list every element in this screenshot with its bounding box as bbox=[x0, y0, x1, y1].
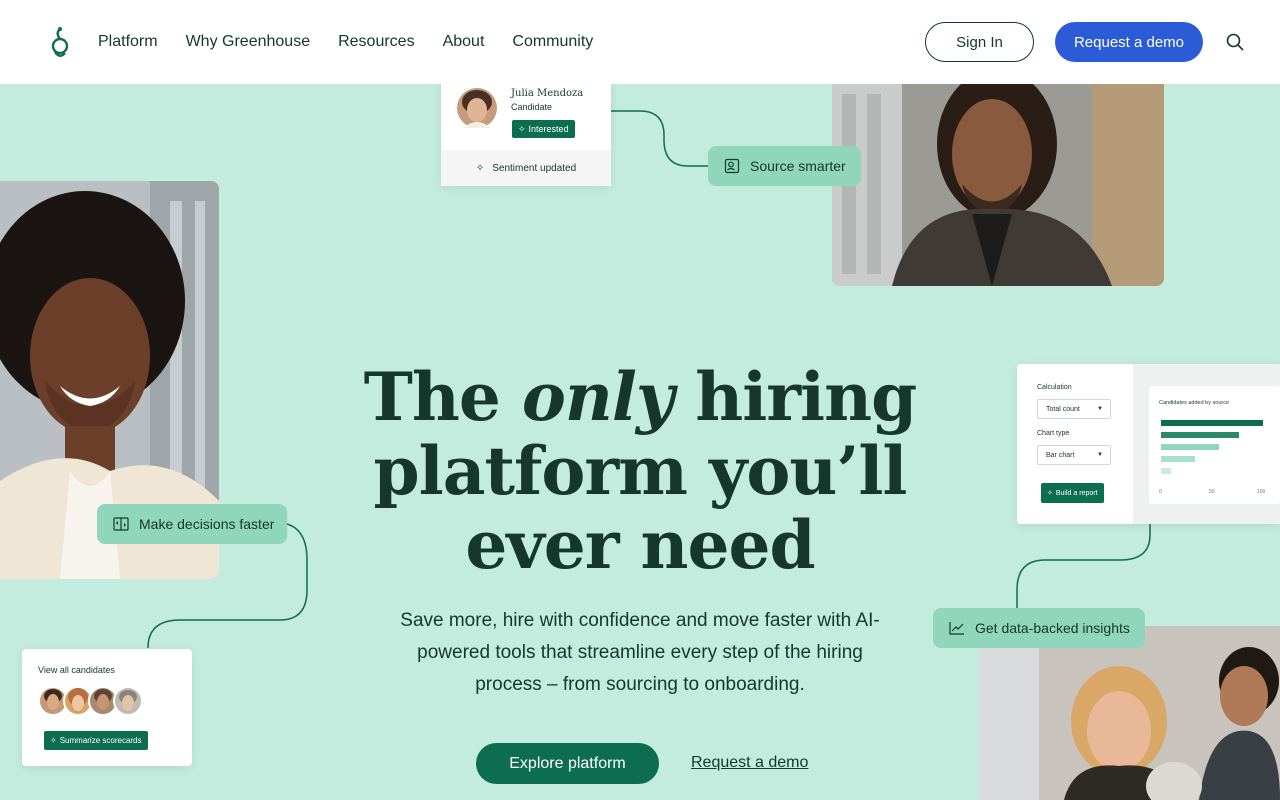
person-search-icon bbox=[724, 158, 740, 174]
report-settings-panel: Calculation Total count ▼ Chart type Bar… bbox=[1017, 364, 1133, 524]
sparkle-icon: ✧ bbox=[475, 162, 485, 174]
candidate-role: Candidate bbox=[511, 102, 553, 112]
chart-type-value: Bar chart bbox=[1046, 451, 1075, 459]
source-smarter-pill: Source smarter bbox=[708, 146, 861, 186]
photo-team-laughing bbox=[979, 626, 1280, 800]
greenhouse-logo-icon[interactable] bbox=[50, 26, 70, 60]
sparkle-icon: ✧ bbox=[1047, 490, 1053, 497]
bar-2 bbox=[1161, 432, 1239, 438]
chart-preview: Candidates added by source 0 50 100 bbox=[1149, 386, 1280, 504]
chart-type-select[interactable]: Bar chart ▼ bbox=[1037, 445, 1111, 465]
decisions-pill: Make decisions faster bbox=[97, 504, 287, 544]
source-smarter-label: Source smarter bbox=[750, 158, 846, 174]
sparkle-icon: ✧ bbox=[518, 123, 526, 134]
view-candidates-card: View all candidates ✧ Summarize scorecar… bbox=[22, 649, 192, 766]
headline-line-3: ever need bbox=[465, 506, 815, 584]
sentiment-label: Sentiment updated bbox=[492, 162, 577, 174]
calculation-select[interactable]: Total count ▼ bbox=[1037, 399, 1111, 419]
interested-tag-label: Interested bbox=[528, 124, 569, 134]
chart-title: Candidates added by source bbox=[1159, 400, 1230, 406]
view-candidates-title[interactable]: View all candidates bbox=[38, 665, 115, 675]
candidate-avatars bbox=[38, 686, 148, 716]
candidate-avatar bbox=[457, 88, 497, 128]
axis-tick-50: 50 bbox=[1209, 489, 1215, 495]
nav-about[interactable]: About bbox=[443, 33, 485, 51]
bar-3 bbox=[1161, 444, 1219, 450]
bar-1 bbox=[1161, 420, 1263, 426]
request-demo-link[interactable]: Request a demo bbox=[691, 754, 808, 772]
sign-in-button[interactable]: Sign In bbox=[925, 22, 1034, 62]
calculation-value: Total count bbox=[1046, 405, 1080, 413]
headline-emphasis: only bbox=[521, 358, 674, 436]
avatar[interactable] bbox=[113, 686, 143, 716]
report-preview-panel: Candidates added by source 0 50 100 bbox=[1133, 364, 1280, 524]
mini-bar-chart bbox=[1161, 420, 1263, 474]
sentiment-footer: ✧ Sentiment updated bbox=[441, 150, 611, 186]
candidate-card: Julia Mendoza Candidate ✧ Interested ✧ S… bbox=[441, 80, 611, 186]
trend-chart-icon bbox=[949, 622, 964, 635]
site-header: Platform Why Greenhouse Resources About … bbox=[0, 0, 1280, 84]
decisions-label: Make decisions faster bbox=[139, 516, 275, 532]
chart-type-label: Chart type bbox=[1037, 430, 1070, 437]
headline-text-b: hiring bbox=[673, 358, 917, 436]
sparkle-icon: ✧ bbox=[50, 736, 57, 745]
build-report-button[interactable]: ✧ Build a report bbox=[1041, 483, 1104, 503]
photo-man-long-hair bbox=[832, 84, 1164, 286]
bar-4 bbox=[1161, 456, 1195, 462]
hero-subtext: Save more, hire with confidence and move… bbox=[400, 610, 880, 695]
request-demo-button[interactable]: Request a demo bbox=[1055, 22, 1203, 62]
main-nav: Platform Why Greenhouse Resources About … bbox=[98, 0, 593, 84]
axis-tick-0: 0 bbox=[1159, 489, 1162, 495]
interested-tag[interactable]: ✧ Interested bbox=[512, 120, 575, 138]
candidate-name: Julia Mendoza bbox=[511, 88, 584, 99]
compare-icon bbox=[113, 517, 129, 531]
headline-line-2: platform you’ll bbox=[373, 432, 908, 510]
nav-platform[interactable]: Platform bbox=[98, 33, 158, 51]
bar-5 bbox=[1161, 468, 1171, 474]
summarize-scorecards-label: Summarize scorecards bbox=[59, 736, 142, 745]
caret-down-icon: ▼ bbox=[1097, 452, 1103, 458]
calculation-label: Calculation bbox=[1037, 384, 1072, 391]
headline-text-a: The bbox=[363, 358, 522, 436]
axis-tick-100: 100 bbox=[1257, 489, 1266, 495]
insights-pill: Get data-backed insights bbox=[933, 608, 1145, 648]
caret-down-icon: ▼ bbox=[1097, 406, 1103, 412]
hero-headline: The only hiring platform you’ll ever nee… bbox=[340, 360, 940, 582]
insights-label: Get data-backed insights bbox=[975, 620, 1130, 636]
nav-community[interactable]: Community bbox=[512, 33, 593, 51]
explore-platform-button[interactable]: Explore platform bbox=[476, 743, 659, 784]
summarize-scorecards-button[interactable]: ✧ Summarize scorecards bbox=[44, 731, 148, 750]
report-builder-card: Calculation Total count ▼ Chart type Bar… bbox=[1017, 364, 1280, 524]
search-icon[interactable] bbox=[1225, 32, 1245, 52]
nav-resources[interactable]: Resources bbox=[338, 33, 414, 51]
nav-why-greenhouse[interactable]: Why Greenhouse bbox=[186, 33, 311, 51]
build-report-label: Build a report bbox=[1055, 489, 1098, 497]
